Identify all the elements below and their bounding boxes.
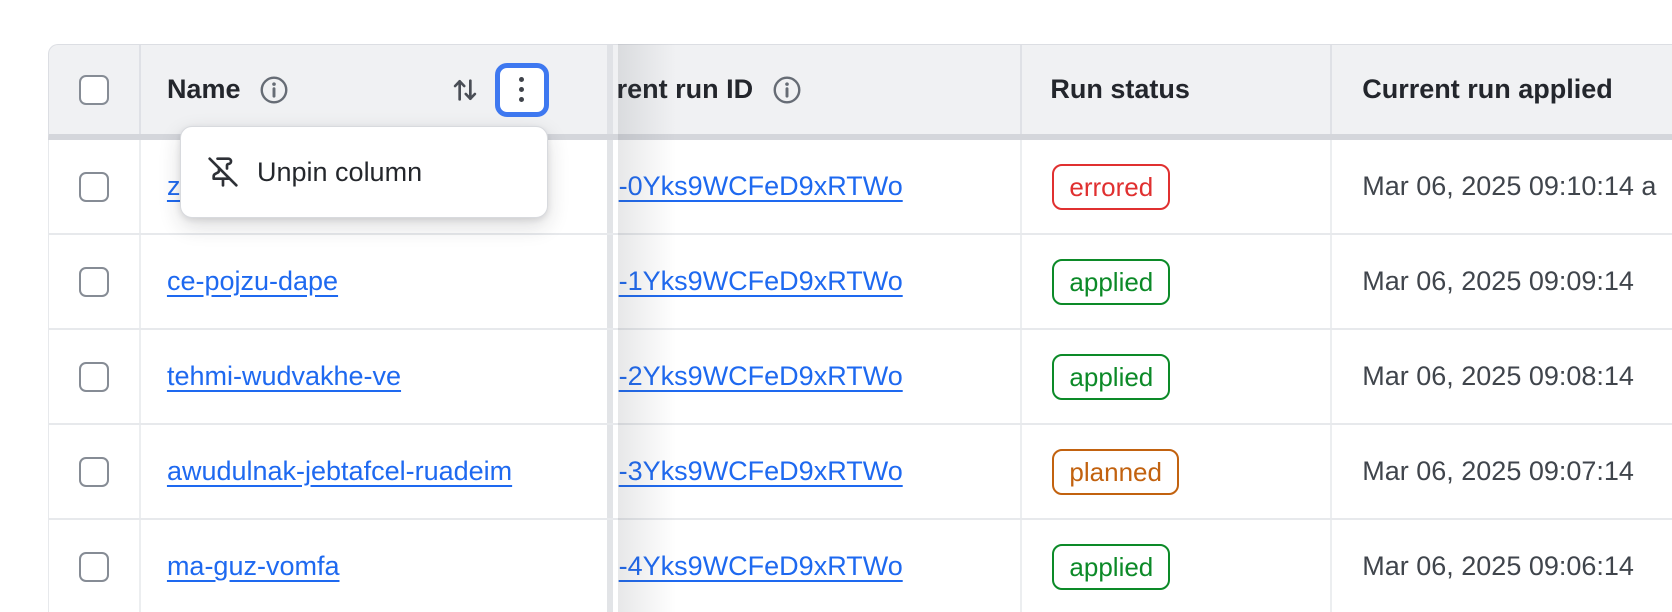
row-run-id-cell: -3Yks9WCFeD9xRTWo	[613, 425, 1023, 518]
sort-icon[interactable]	[449, 73, 481, 107]
run-id-link[interactable]: -1Yks9WCFeD9xRTWo	[619, 266, 903, 297]
row-run-id-cell: -0Yks9WCFeD9xRTWo	[613, 140, 1023, 233]
current-run-applied-timestamp: Mar 06, 2025 09:06:14	[1362, 551, 1634, 582]
row-name-cell: ma-guz-vomfa	[141, 520, 613, 612]
run-status-badge: applied	[1052, 354, 1170, 400]
table-row: ce-pojzu-dape -1Yks9WCFeD9xRTWo applied …	[49, 235, 1672, 330]
row-current-run-applied-cell: Mar 06, 2025 09:10:14 a	[1332, 140, 1672, 233]
row-current-run-applied-cell: Mar 06, 2025 09:07:14	[1332, 425, 1672, 518]
column-header-run-status: Run status	[1050, 74, 1190, 105]
run-id-link[interactable]: -2Yks9WCFeD9xRTWo	[619, 361, 903, 392]
kebab-dot	[519, 97, 524, 102]
run-id-link[interactable]: -3Yks9WCFeD9xRTWo	[619, 456, 903, 487]
kebab-dot	[519, 87, 524, 92]
run-id-link[interactable]: -0Yks9WCFeD9xRTWo	[619, 171, 903, 202]
row-run-id-cell: -2Yks9WCFeD9xRTWo	[613, 330, 1023, 423]
workspace-name-link[interactable]: tehmi-wudvakhe-ve	[167, 361, 401, 392]
menu-item-unpin-column[interactable]: Unpin column	[181, 127, 547, 217]
header-select-cell	[49, 45, 141, 134]
header-current-run-applied-cell: Current run applied	[1332, 45, 1672, 134]
row-checkbox[interactable]	[79, 267, 109, 297]
workspace-name-link[interactable]: awudulnak-jebtafcel-ruadeim	[167, 456, 512, 487]
row-name-cell: tehmi-wudvakhe-ve	[141, 330, 613, 423]
row-run-status-cell: applied	[1022, 235, 1332, 328]
select-all-checkbox[interactable]	[79, 75, 109, 105]
row-select-cell	[49, 140, 141, 233]
row-name-cell: awudulnak-jebtafcel-ruadeim	[141, 425, 613, 518]
current-run-applied-timestamp: Mar 06, 2025 09:10:14 a	[1362, 171, 1656, 202]
kebab-dot	[519, 77, 524, 82]
row-current-run-applied-cell: Mar 06, 2025 09:08:14	[1332, 330, 1672, 423]
run-id-link[interactable]: -4Yks9WCFeD9xRTWo	[619, 551, 903, 582]
current-run-applied-timestamp: Mar 06, 2025 09:09:14	[1362, 266, 1634, 297]
column-menu-button[interactable]	[495, 63, 549, 117]
table-row: ma-guz-vomfa -4Yks9WCFeD9xRTWo applied M…	[49, 520, 1672, 612]
row-select-cell	[49, 235, 141, 328]
row-current-run-applied-cell: Mar 06, 2025 09:06:14	[1332, 520, 1672, 612]
run-status-badge: applied	[1052, 544, 1170, 590]
row-checkbox[interactable]	[79, 172, 109, 202]
column-header-run-id: rent run ID	[617, 74, 754, 105]
run-status-badge: applied	[1052, 259, 1170, 305]
row-run-status-cell: applied	[1022, 520, 1332, 612]
menu-item-label: Unpin column	[257, 157, 422, 188]
column-menu-dropdown: Unpin column	[180, 126, 548, 218]
column-header-current-run-applied: Current run applied	[1362, 74, 1613, 105]
row-run-status-cell: errored	[1022, 140, 1332, 233]
row-checkbox[interactable]	[79, 457, 109, 487]
unpin-icon	[207, 156, 239, 188]
current-run-applied-timestamp: Mar 06, 2025 09:08:14	[1362, 361, 1634, 392]
row-checkbox[interactable]	[79, 362, 109, 392]
run-status-badge: planned	[1052, 449, 1179, 495]
header-name-cell: Name	[141, 45, 613, 134]
row-select-cell	[49, 425, 141, 518]
workspace-name-link[interactable]: ce-pojzu-dape	[167, 266, 338, 297]
row-select-cell	[49, 330, 141, 423]
column-header-name: Name	[167, 74, 241, 105]
workspace-name-link[interactable]: ma-guz-vomfa	[167, 551, 340, 582]
table-row: awudulnak-jebtafcel-ruadeim -3Yks9WCFeD9…	[49, 425, 1672, 520]
current-run-applied-timestamp: Mar 06, 2025 09:07:14	[1362, 456, 1634, 487]
run-status-badge: errored	[1052, 164, 1170, 210]
info-icon[interactable]	[771, 74, 803, 106]
info-icon[interactable]	[258, 74, 290, 106]
header-run-status-cell: Run status	[1022, 45, 1332, 134]
row-select-cell	[49, 520, 141, 612]
row-run-id-cell: -1Yks9WCFeD9xRTWo	[613, 235, 1023, 328]
table-row: tehmi-wudvakhe-ve -2Yks9WCFeD9xRTWo appl…	[49, 330, 1672, 425]
row-run-id-cell: -4Yks9WCFeD9xRTWo	[613, 520, 1023, 612]
header-run-id-cell: rent run ID	[613, 45, 1023, 134]
row-run-status-cell: applied	[1022, 330, 1332, 423]
row-checkbox[interactable]	[79, 552, 109, 582]
row-name-cell: ce-pojzu-dape	[141, 235, 613, 328]
row-current-run-applied-cell: Mar 06, 2025 09:09:14	[1332, 235, 1672, 328]
workspace-name-link[interactable]: z	[167, 171, 181, 202]
row-run-status-cell: planned	[1022, 425, 1332, 518]
